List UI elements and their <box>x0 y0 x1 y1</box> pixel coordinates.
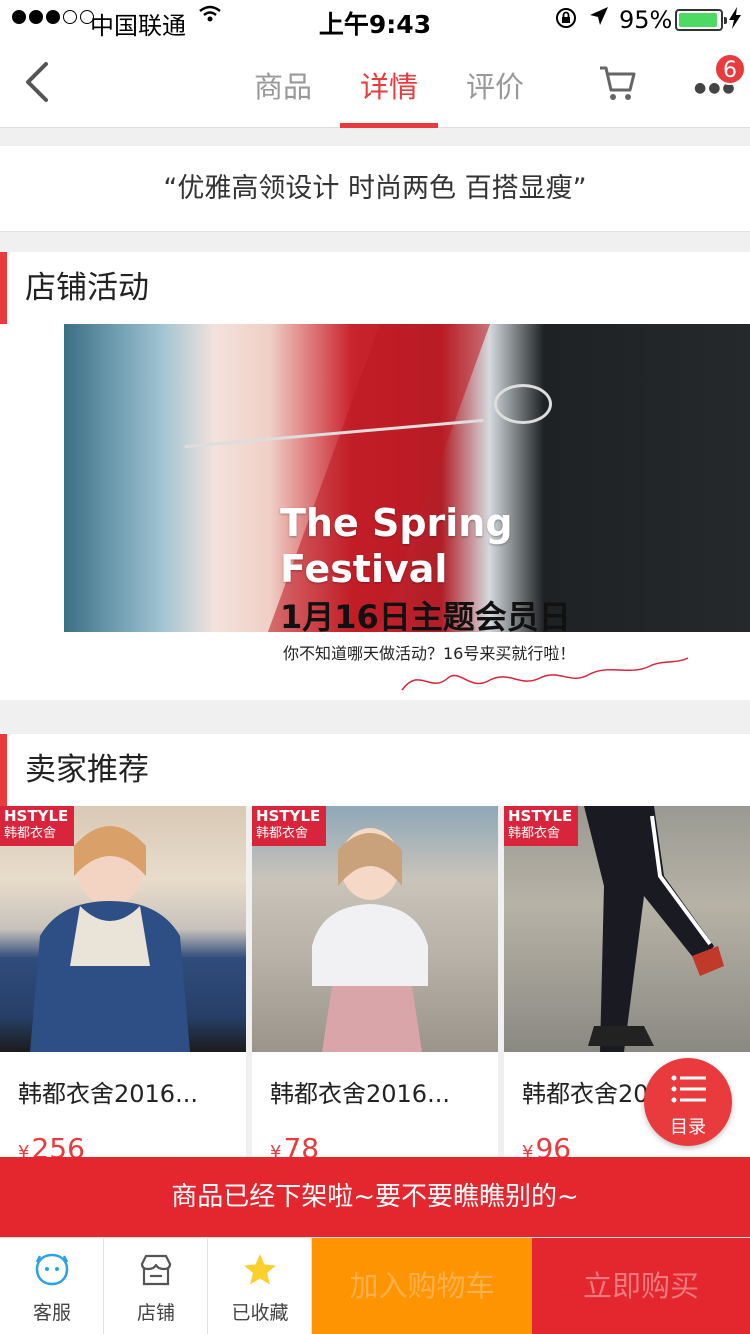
banner-headline: The Spring Festival <box>280 501 513 591</box>
catalog-label: 目录 <box>670 1117 706 1138</box>
catalog-button[interactable]: 目录 <box>644 1058 732 1146</box>
store-activity-header: 店铺活动 <box>0 252 750 324</box>
favorite-button[interactable]: 已收藏 <box>208 1238 312 1334</box>
tab-details[interactable]: 详情 <box>336 40 442 128</box>
recommend-item[interactable]: HSTYLE 韩都衣舍 韩都衣舍2016... ¥256 <box>0 806 246 1166</box>
star-icon <box>244 1254 276 1285</box>
service-face-icon <box>35 1253 69 1286</box>
wifi-icon <box>198 4 222 30</box>
charging-bolt-icon <box>728 6 742 35</box>
brand-tag: HSTYLE 韩都衣舍 <box>252 806 326 846</box>
recommend-item[interactable]: HSTYLE 韩都衣舍 韩都衣舍2016... ¥78 <box>252 806 498 1166</box>
seller-recommend-header: 卖家推荐 <box>0 734 750 806</box>
top-nav-bar: 商品 详情 评价 ●●● 6 <box>0 40 750 128</box>
cart-icon <box>600 66 636 100</box>
chevron-left-icon <box>26 62 48 102</box>
message-badge: 6 <box>714 53 746 85</box>
recommend-item-name: 韩都衣舍2016... <box>18 1080 198 1108</box>
tab-reviews[interactable]: 评价 <box>442 40 548 128</box>
status-bar: 中国联通 上午9:43 95% <box>0 0 750 40</box>
cart-button[interactable] <box>598 64 638 104</box>
buy-now-button[interactable]: 立即购买 <box>532 1238 750 1334</box>
back-button[interactable] <box>22 60 52 104</box>
store-icon <box>140 1254 172 1286</box>
brand-tag: HSTYLE 韩都衣舍 <box>504 806 578 846</box>
carrier-name: 中国联通 <box>90 12 186 40</box>
list-icon <box>671 1075 706 1103</box>
section-accent-bar <box>0 252 7 324</box>
tab-product[interactable]: 商品 <box>230 40 336 128</box>
rotation-lock-icon <box>554 6 578 35</box>
off-shelf-notice[interactable]: 商品已经下架啦~要不要瞧瞧别的~ <box>0 1157 750 1237</box>
product-detail-page: 中国联通 上午9:43 95% 商品 详情 评价 ●●● 6 “优雅高领设计 时… <box>0 0 750 1334</box>
store-button[interactable]: 店铺 <box>104 1238 208 1334</box>
signature-scribble <box>401 657 689 691</box>
section-title: 店铺活动 <box>25 270 149 306</box>
signal-strength-icon <box>12 10 94 24</box>
banner-event-date: 1月16日主题会员日 <box>280 598 571 636</box>
recommend-item-name: 韩都衣舍2016... <box>270 1080 450 1108</box>
product-slogan: “优雅高领设计 时尚两色 百搭显瘦” <box>0 146 750 232</box>
bottom-action-bar: 客服 店铺 已收藏 加入购物车 立即购买 <box>0 1237 750 1334</box>
section-accent-bar <box>0 734 7 806</box>
add-to-cart-button[interactable]: 加入购物车 <box>312 1238 532 1334</box>
customer-service-button[interactable]: 客服 <box>0 1238 104 1334</box>
store-activity-banner[interactable]: The Spring Festival 1月16日主题会员日 你不知道哪天做活动… <box>0 324 750 700</box>
brand-tag: HSTYLE 韩都衣舍 <box>0 806 74 846</box>
detail-tabs: 商品 详情 评价 <box>230 40 548 128</box>
battery-icon <box>675 9 727 31</box>
location-arrow-icon <box>588 5 610 33</box>
section-title: 卖家推荐 <box>25 752 149 788</box>
battery-percent: 95% <box>619 6 673 34</box>
recommend-list: HSTYLE 韩都衣舍 韩都衣舍2016... ¥256 HSTYLE 韩都衣舍 韩… <box>0 806 750 1166</box>
